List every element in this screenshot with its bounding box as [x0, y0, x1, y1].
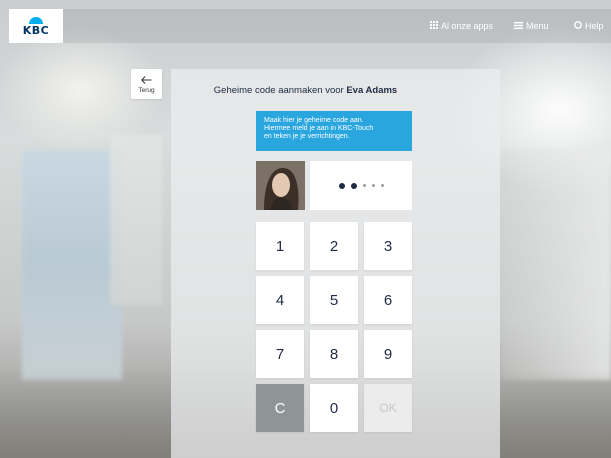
pin-dot-empty — [371, 184, 375, 187]
key-4[interactable]: 4 — [256, 276, 304, 324]
pin-dot-empty — [362, 184, 366, 187]
key-1[interactable]: 1 — [256, 222, 304, 270]
hamburger-icon — [514, 21, 523, 31]
background-wall-panel — [110, 135, 162, 305]
key-7[interactable]: 7 — [256, 330, 304, 378]
info-line: Maak hier je geheime code aan. — [264, 117, 364, 124]
arrow-left-icon — [141, 75, 152, 85]
info-line: Hiermee meld je aan in KBC-Touch — [264, 125, 374, 132]
kbc-logo-icon — [29, 16, 43, 24]
nav-all-apps[interactable]: Al onze apps — [430, 9, 493, 43]
info-line: en teken je je verrichtingen. — [264, 133, 350, 140]
key-9[interactable]: 9 — [364, 330, 412, 378]
user-name: Eva Adams — [346, 85, 398, 96]
nav-label: Help — [585, 21, 604, 31]
page-title: Geheime code aanmaken voor Eva Adams — [0, 85, 611, 96]
nav-label: Al onze apps — [441, 21, 494, 31]
kbc-logo[interactable]: KBC — [9, 9, 63, 43]
nav-label: Menu — [526, 21, 549, 31]
info-box: Maak hier je geheime code aan. Hiermee m… — [256, 111, 412, 151]
background-wall-panel — [22, 150, 122, 380]
nav-help[interactable]: Help — [574, 9, 604, 43]
grid-icon — [430, 21, 438, 31]
key-6[interactable]: 6 — [364, 276, 412, 324]
avatar — [256, 161, 305, 210]
key-3[interactable]: 3 — [364, 222, 412, 270]
ok-button[interactable]: OK — [364, 384, 412, 432]
key-0[interactable]: 0 — [310, 384, 358, 432]
logo-text: KBC — [22, 23, 50, 37]
key-5[interactable]: 5 — [310, 276, 358, 324]
key-8[interactable]: 8 — [310, 330, 358, 378]
pin-dot-empty — [380, 184, 384, 187]
nav-menu[interactable]: Menu — [514, 9, 549, 43]
clear-button[interactable]: C — [256, 384, 304, 432]
pin-dot-filled — [350, 182, 357, 189]
title-prefix: Geheime code aanmaken voor — [213, 85, 344, 96]
pin-display — [310, 161, 412, 210]
pin-dot-filled — [338, 182, 345, 189]
key-2[interactable]: 2 — [310, 222, 358, 270]
help-circle-icon — [574, 21, 582, 31]
background-window — [501, 150, 611, 380]
